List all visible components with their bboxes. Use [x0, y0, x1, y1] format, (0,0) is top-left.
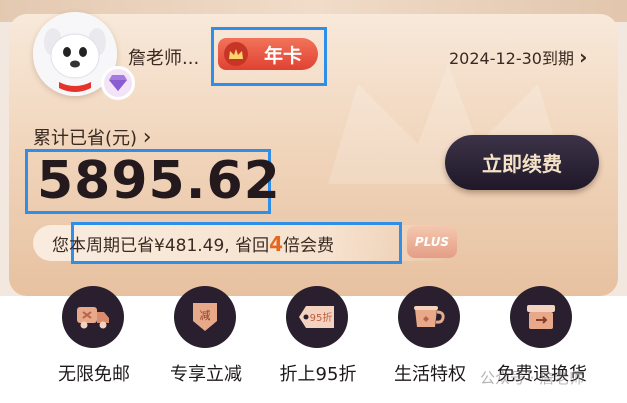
feature-life-privileges[interactable]: 生活特权	[374, 286, 486, 396]
annual-card-badge: 年卡	[218, 38, 318, 70]
period-multiplier: 4	[269, 232, 284, 256]
feature-label: 专享立减	[170, 364, 242, 385]
plus-badge: PLUS	[407, 226, 457, 258]
feature-95-off[interactable]: 95折 折上95折	[262, 286, 374, 396]
discount-tag-icon: 减	[174, 286, 236, 348]
crown-icon	[224, 42, 248, 66]
period-savings-text: 您本周期已省¥481.49, 省回4倍会费	[52, 231, 334, 256]
badge-label: 年卡	[263, 44, 302, 67]
period-suffix: 倍会费	[283, 236, 335, 256]
feature-free-shipping[interactable]: 无限免邮	[38, 286, 150, 396]
period-prefix: 您本周期已省¥481.49, 省回	[52, 236, 270, 256]
return-box-icon	[510, 286, 572, 348]
svg-text:减: 减	[200, 309, 211, 322]
expiry-date: 2024-12-30到期	[449, 49, 574, 68]
total-saved-label: 累计已省(元)	[33, 128, 138, 149]
truck-icon	[62, 286, 124, 348]
renew-button[interactable]: 立即续费	[445, 135, 599, 190]
feature-exclusive-discount[interactable]: 减 专享立减	[150, 286, 262, 396]
expiry-link[interactable]: 2024-12-30到期 ›	[449, 45, 587, 69]
username[interactable]: 詹老师...	[128, 44, 199, 70]
feature-label: 生活特权	[394, 364, 466, 385]
watermark: 公众号 · 詹老师	[480, 369, 585, 387]
chevron-right-icon: ›	[142, 125, 152, 150]
diamond-level-icon	[101, 66, 135, 100]
total-saved-amount: 5895.62	[37, 151, 281, 211]
95-off-tag-icon: 95折	[286, 286, 348, 348]
total-saved-link[interactable]: 累计已省(元) ›	[33, 124, 152, 150]
svg-text:95折: 95折	[310, 311, 333, 324]
cup-icon	[398, 286, 460, 348]
feature-label: 无限免邮	[58, 364, 130, 385]
chevron-right-icon: ›	[579, 45, 588, 69]
feature-label: 折上95折	[279, 364, 357, 385]
